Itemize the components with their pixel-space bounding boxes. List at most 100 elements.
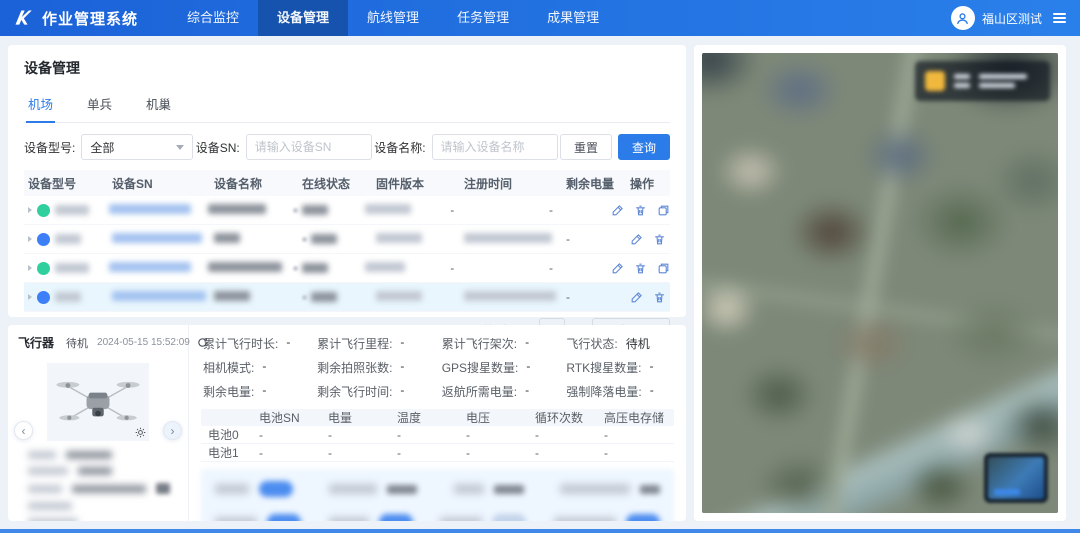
toggle-switch[interactable] bbox=[259, 481, 293, 497]
device-status-badge bbox=[37, 233, 50, 246]
delete-icon[interactable] bbox=[653, 233, 666, 246]
redacted-text bbox=[365, 262, 405, 272]
redacted-text bbox=[311, 234, 337, 244]
stat-gps-satellites: GPS搜星数量:- bbox=[442, 359, 567, 376]
stat-remaining-battery: 剩余电量:- bbox=[203, 383, 317, 400]
tab-individual[interactable]: 单兵 bbox=[85, 89, 114, 122]
filter-actions: 重置 查询 bbox=[560, 134, 670, 160]
redacted-text bbox=[208, 262, 282, 272]
delete-icon[interactable] bbox=[634, 262, 647, 275]
delete-icon[interactable] bbox=[653, 291, 666, 304]
redacted-sn-link[interactable] bbox=[112, 233, 202, 243]
expand-icon[interactable] bbox=[28, 236, 32, 242]
filter-model-label: 设备型号: bbox=[24, 139, 75, 156]
edit-icon[interactable] bbox=[630, 233, 643, 246]
toggle-switch[interactable] bbox=[492, 514, 526, 521]
col-header-battery: 剩余电量 bbox=[566, 175, 630, 192]
aircraft-title: 飞行器 bbox=[18, 334, 54, 351]
delete-icon[interactable] bbox=[634, 204, 647, 217]
user-avatar[interactable] bbox=[951, 6, 975, 30]
expand-icon[interactable] bbox=[28, 207, 32, 213]
map-layer-thumbnail[interactable] bbox=[984, 453, 1048, 503]
navbar-right: 福山区测试 bbox=[951, 6, 1066, 30]
menu-item-tasks[interactable]: 任务管理 bbox=[438, 0, 528, 36]
device-model-select[interactable]: 全部 bbox=[81, 134, 193, 160]
toggle-switch[interactable] bbox=[267, 514, 301, 521]
satellite-imagery bbox=[702, 53, 1058, 513]
redacted-text bbox=[302, 205, 328, 215]
firmware-upgrade-icon[interactable] bbox=[657, 262, 670, 275]
redacted-text bbox=[365, 204, 411, 214]
col-header-online-status: 在线状态 bbox=[302, 175, 376, 192]
query-button[interactable]: 查询 bbox=[618, 134, 670, 160]
stat-remaining-flight-time: 剩余飞行时间:- bbox=[317, 383, 442, 400]
stat-flight-mileage: 累计飞行里程:- bbox=[317, 335, 442, 352]
stat-return-battery: 返航所需电量:- bbox=[442, 383, 567, 400]
redacted-badge bbox=[156, 483, 170, 494]
online-status-dot bbox=[302, 237, 307, 242]
expand-icon[interactable] bbox=[28, 265, 32, 271]
register-time-value: - bbox=[450, 203, 549, 217]
redacted-text bbox=[55, 292, 81, 302]
edit-icon[interactable] bbox=[611, 204, 624, 217]
left-column: 设备管理 机场 单兵 机巢 设备型号: 全部 设备SN: bbox=[8, 45, 686, 521]
redacted-text bbox=[66, 451, 112, 459]
map-status-overlay[interactable] bbox=[915, 61, 1050, 101]
online-status-dot bbox=[293, 208, 298, 213]
redacted-sn-link[interactable] bbox=[109, 204, 191, 214]
carousel-next-icon[interactable]: › bbox=[163, 421, 182, 440]
page: 作业管理系统 综合监控 设备管理 航线管理 任务管理 成果管理 福山区测试 设备… bbox=[0, 0, 1080, 533]
redacted-sn-link[interactable] bbox=[112, 291, 206, 301]
expand-icon[interactable] bbox=[28, 294, 32, 300]
hamburger-menu-icon[interactable] bbox=[1053, 13, 1066, 23]
col-header-register-time: 注册时间 bbox=[464, 175, 566, 192]
battery-value: - bbox=[566, 290, 630, 304]
menu-item-routes[interactable]: 航线管理 bbox=[348, 0, 438, 36]
aircraft-status: 待机 bbox=[66, 335, 88, 351]
menu-item-monitoring[interactable]: 综合监控 bbox=[168, 0, 258, 36]
device-model-selected-value: 全部 bbox=[90, 139, 114, 156]
table-row[interactable]: - - bbox=[24, 196, 670, 225]
table-row-selected[interactable]: - bbox=[24, 283, 670, 312]
carousel-prev-icon[interactable]: ‹ bbox=[14, 421, 33, 440]
redacted-text bbox=[640, 485, 660, 494]
filter-model: 设备型号: 全部 bbox=[24, 134, 193, 160]
tab-dock[interactable]: 机场 bbox=[26, 89, 55, 123]
table-row[interactable]: - bbox=[24, 225, 670, 254]
redacted-text bbox=[214, 233, 240, 243]
device-name-input[interactable] bbox=[432, 134, 558, 160]
menu-item-devices[interactable]: 设备管理 bbox=[258, 0, 348, 36]
toggle-switch[interactable] bbox=[626, 514, 660, 521]
online-status-dot bbox=[293, 266, 298, 271]
redacted-text bbox=[55, 263, 89, 273]
tab-nest[interactable]: 机巢 bbox=[144, 89, 173, 122]
aircraft-summary: 飞行器 待机 2024-05-15 15:52:09 bbox=[8, 325, 189, 521]
refresh-icon[interactable] bbox=[197, 337, 208, 348]
redacted-text bbox=[464, 233, 552, 243]
settings-gear-icon[interactable] bbox=[135, 427, 146, 438]
map-satellite-view[interactable] bbox=[702, 53, 1058, 513]
redacted-text bbox=[376, 291, 422, 301]
firmware-upgrade-icon[interactable] bbox=[657, 204, 670, 217]
battery-table-header: 电池SN 电量 温度 电压 循环次数 高压电存储 bbox=[201, 409, 674, 426]
reset-button[interactable]: 重置 bbox=[560, 134, 612, 160]
device-sn-input[interactable] bbox=[246, 134, 372, 160]
redacted-text bbox=[214, 291, 250, 301]
aircraft-header: 飞行器 待机 2024-05-15 15:52:09 bbox=[18, 334, 178, 351]
redacted-text bbox=[215, 484, 249, 494]
edit-icon[interactable] bbox=[611, 262, 624, 275]
table-row[interactable]: - - bbox=[24, 254, 670, 283]
redacted-text bbox=[28, 467, 68, 475]
drone-image bbox=[47, 363, 149, 441]
redacted-text bbox=[78, 467, 112, 475]
redacted-text bbox=[311, 292, 337, 302]
toggle-switch[interactable] bbox=[379, 514, 413, 521]
redacted-text bbox=[215, 517, 257, 521]
user-name[interactable]: 福山区测试 bbox=[982, 10, 1042, 27]
menu-item-results[interactable]: 成果管理 bbox=[528, 0, 618, 36]
redacted-sn-link[interactable] bbox=[109, 262, 191, 272]
telemetry-stats: 累计飞行时长:- 累计飞行里程:- 累计飞行架次:- 飞行状态:待机 相机模式:… bbox=[201, 333, 674, 409]
stat-flight-sorties: 累计飞行架次:- bbox=[442, 335, 567, 352]
battery-col-sn: 电池SN bbox=[257, 409, 326, 426]
edit-icon[interactable] bbox=[630, 291, 643, 304]
